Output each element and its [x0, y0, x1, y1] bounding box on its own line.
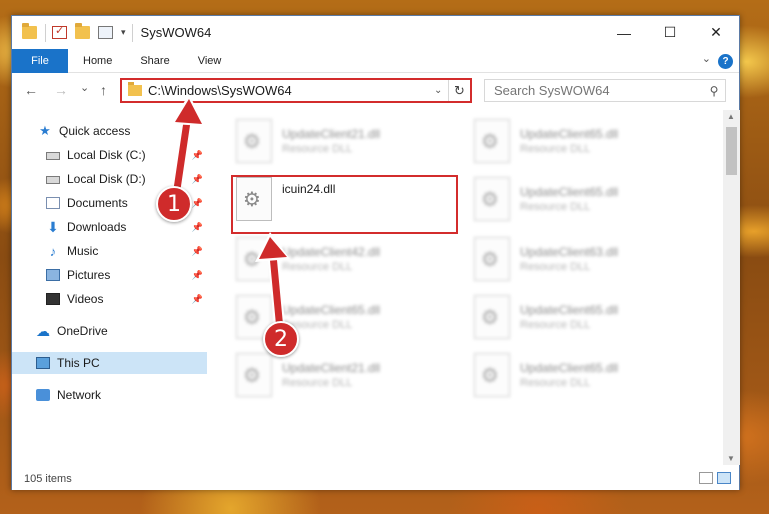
callout-step-1: 1 [156, 186, 192, 222]
annotation-arrows [170, 94, 290, 336]
arrow-to-address-bar [170, 94, 205, 202]
callout-step-2: 2 [263, 321, 299, 357]
arrow-to-dll-file [255, 232, 290, 336]
